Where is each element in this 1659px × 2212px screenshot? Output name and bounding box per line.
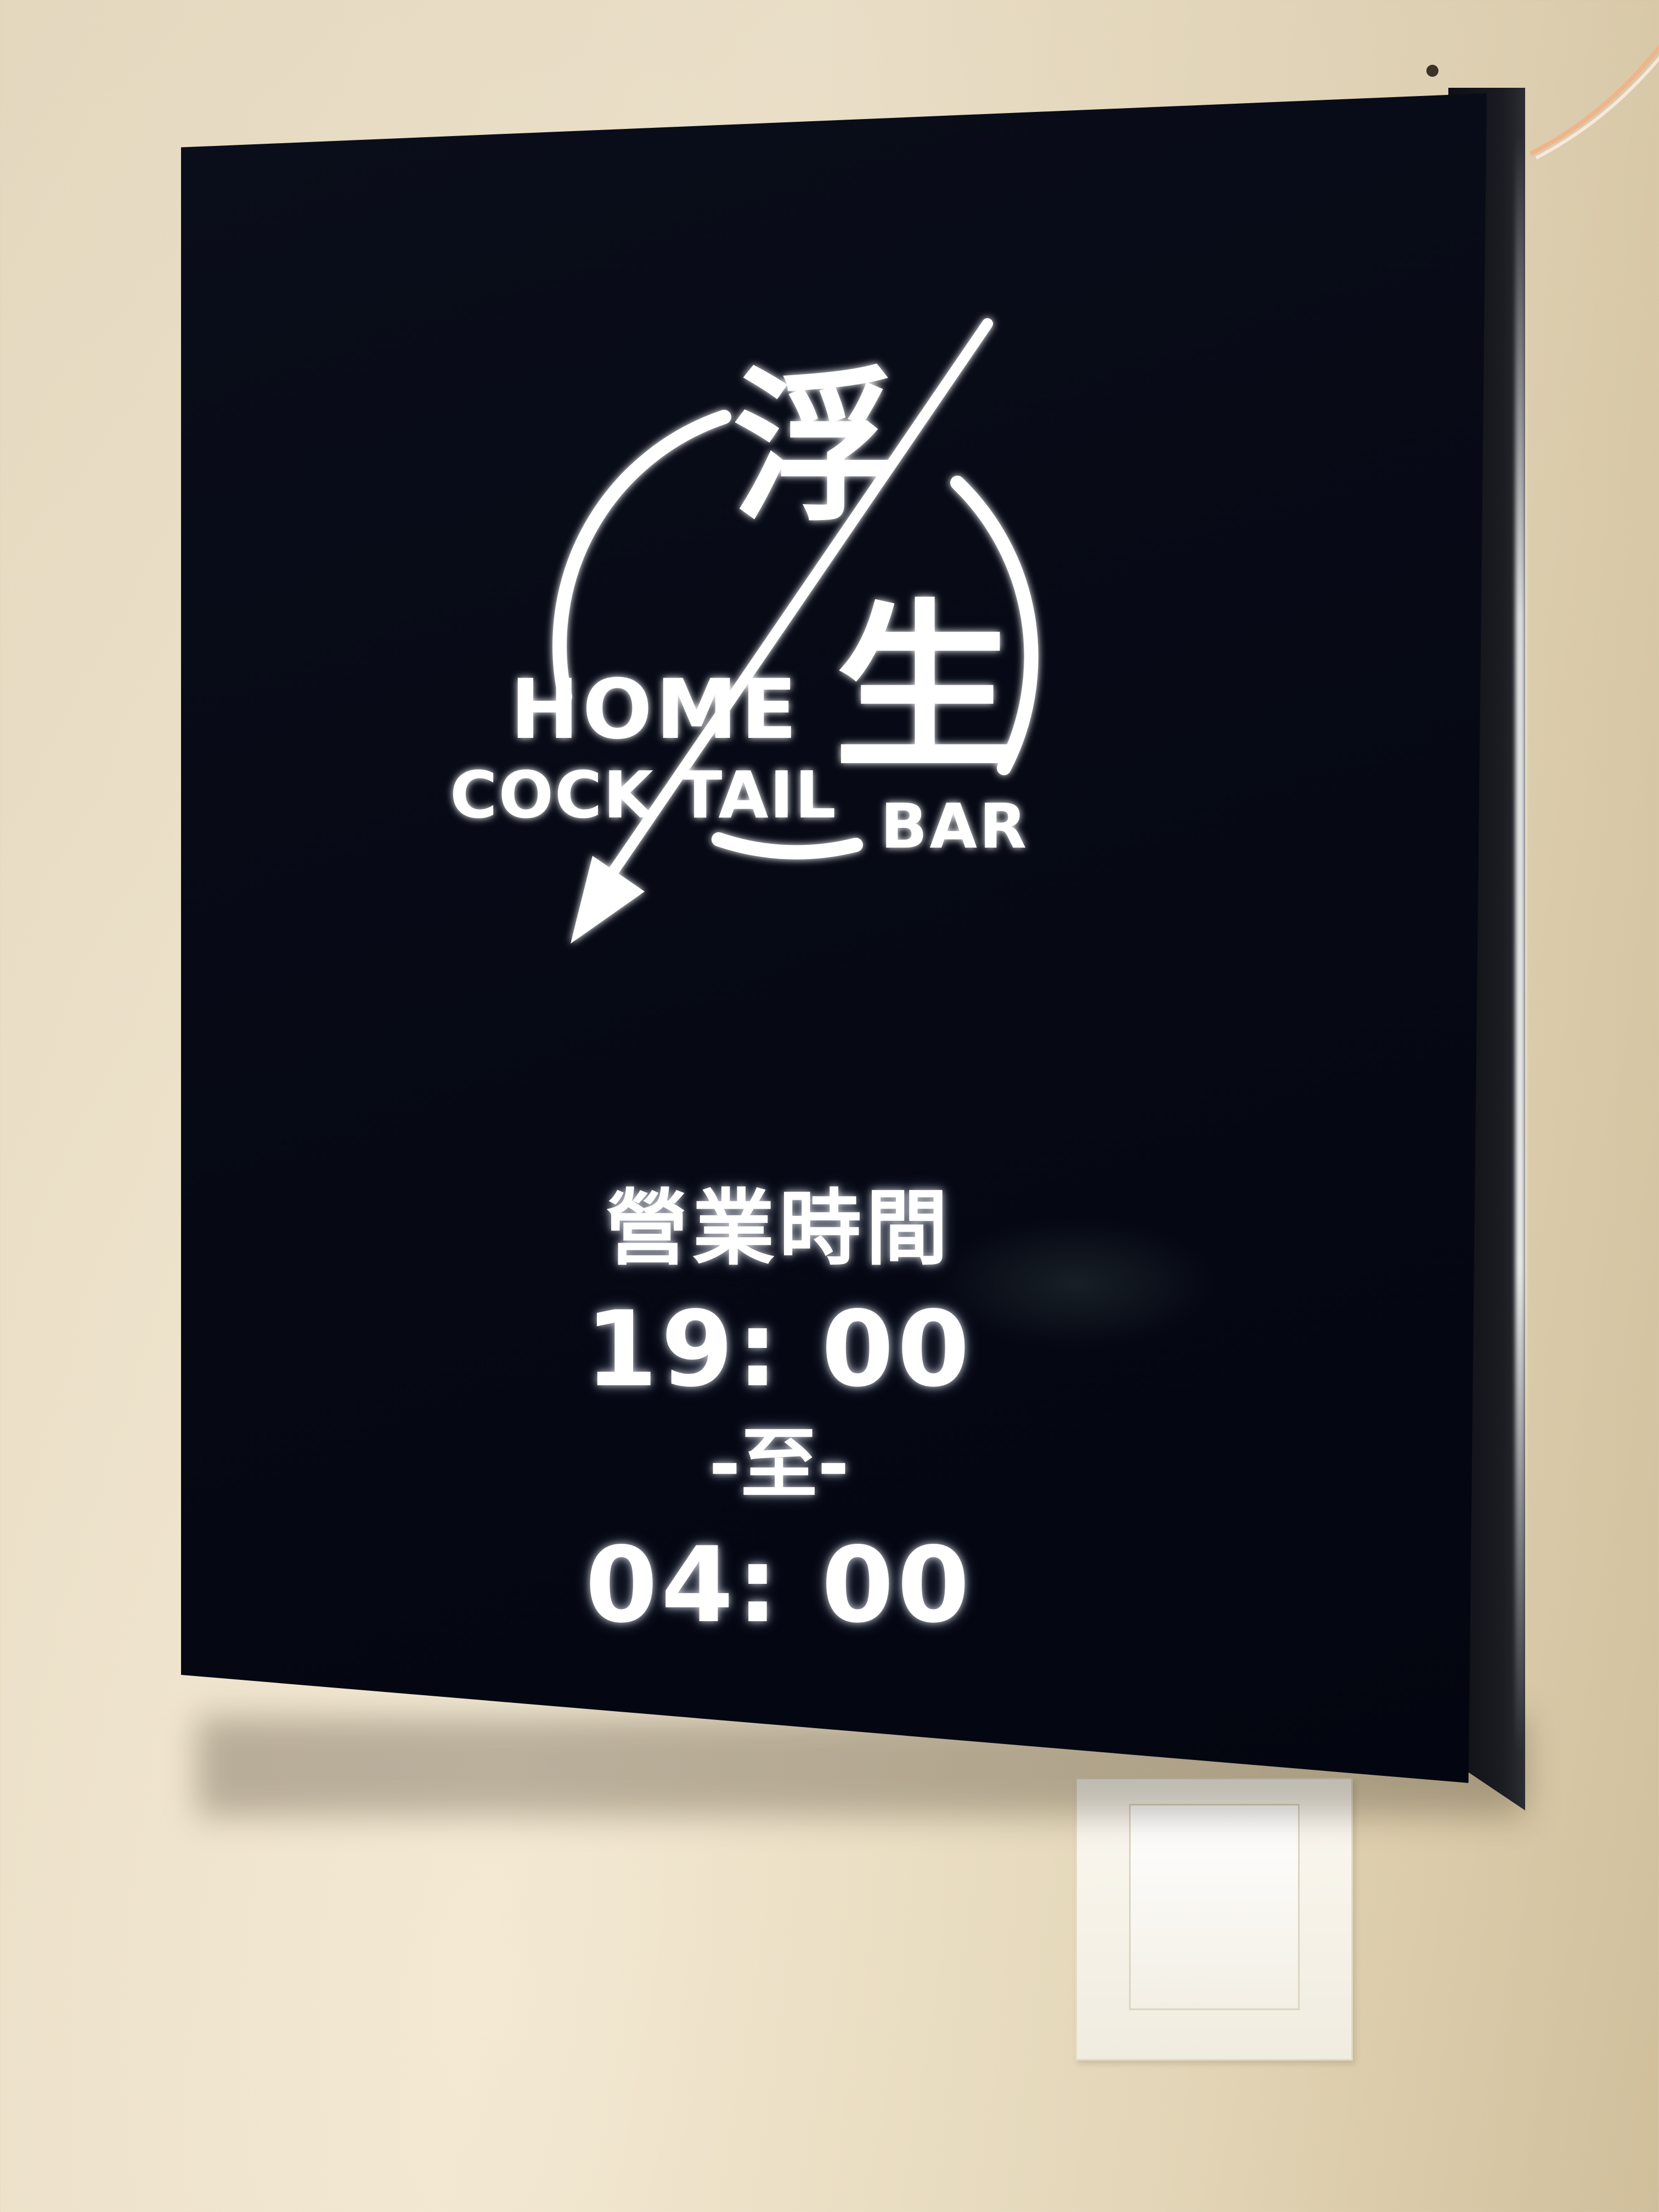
opening-hours: 營業時間 19: 00 -至- 04: 00 xyxy=(549,1174,1009,1646)
hours-separator: -至- xyxy=(708,1420,850,1509)
arrow-head-icon xyxy=(571,856,645,944)
open-time: 19: 00 xyxy=(585,1289,973,1410)
logo-circle-arc-bottom xyxy=(712,832,863,860)
close-time: 04: 00 xyxy=(585,1525,973,1646)
hours-title: 營業時間 xyxy=(605,1181,952,1277)
logo-chinese-top: 浮 xyxy=(732,352,897,544)
logo-chinese-bottom: 生 xyxy=(834,584,1015,794)
logo-word-cocktail: COCK TAIL xyxy=(450,757,837,833)
logo-circle-arc xyxy=(552,410,731,704)
logo-word-bar: BAR xyxy=(881,791,1029,862)
sign-logo: 浮 生 HOME COCK TAIL BAR xyxy=(450,318,1039,944)
logo-word-home: HOME xyxy=(510,662,800,758)
